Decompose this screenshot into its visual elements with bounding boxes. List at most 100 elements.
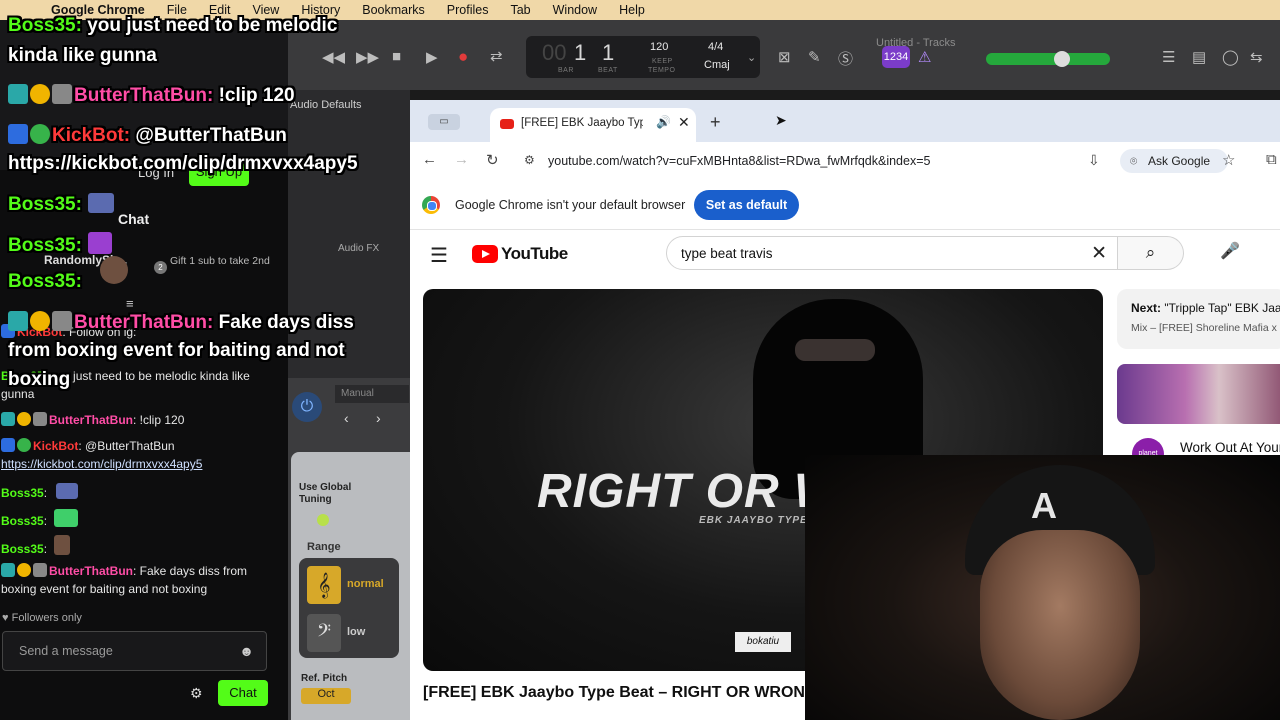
chat-text: :	[43, 486, 48, 500]
microphone-icon[interactable]: 🎤	[1220, 241, 1240, 261]
chat-username[interactable]: Boss35	[1, 542, 44, 556]
close-tab-icon[interactable]: ✕	[678, 114, 690, 131]
bot-badge-icon	[8, 124, 28, 144]
overlay-user: Boss35:	[8, 194, 82, 215]
power-icon[interactable]: ⏻	[292, 392, 322, 422]
emoji-icon[interactable]: ☻	[239, 643, 254, 659]
site-info-icon[interactable]: ⚙	[524, 153, 535, 167]
settings-gear-icon[interactable]: ⚙	[190, 685, 203, 702]
lcd-tempo: 120	[650, 41, 669, 53]
chat-username[interactable]: Boss35	[1, 514, 44, 528]
reload-icon[interactable]: ↻	[486, 151, 499, 169]
ref-pitch-oct[interactable]: Oct	[301, 688, 351, 704]
clear-search-icon[interactable]: ✕	[1091, 242, 1107, 265]
range-normal[interactable]: normal	[347, 578, 384, 590]
speaker-icon[interactable]: 🔊	[656, 115, 671, 129]
chat-username[interactable]: KickBot	[33, 439, 78, 453]
menu-tab[interactable]: Tab	[499, 3, 541, 17]
tuner-icon[interactable]: ⊠	[778, 48, 791, 66]
chevron-right-icon[interactable]: ›	[376, 410, 381, 426]
next-up-card[interactable]: Next: "Tripple Tap" EBK Jaa Mix – [FREE]…	[1117, 289, 1280, 349]
overlay-user: ButterThatBun:	[74, 85, 214, 106]
pitch-correction-panel: Use Global Tuning Range 𝄞 normal 𝄢 low R…	[291, 452, 410, 720]
treble-clef-icon[interactable]: 𝄞	[307, 566, 341, 604]
chat-username[interactable]: ButterThatBun	[49, 564, 133, 578]
menu-help[interactable]: Help	[608, 3, 656, 17]
rewind-icon[interactable]: ◀◀	[322, 48, 345, 66]
url-text[interactable]: youtube.com/watch?v=cuFxMBHnta8&list=RDw…	[548, 154, 930, 168]
youtube-header: ☰ YouTube type beat travis ✕ ⌕ 🎤	[410, 231, 1280, 281]
tab-search-icon[interactable]: ▭	[428, 114, 460, 130]
install-app-icon[interactable]: ⇩	[1088, 152, 1100, 169]
youtube-logo-text[interactable]: YouTube	[501, 244, 568, 264]
overlay-user: Boss35:	[8, 15, 82, 36]
ask-google-button[interactable]: ⌾ Ask Google	[1120, 149, 1228, 173]
verified-badge-icon	[30, 124, 50, 144]
overlay-text: boxing	[8, 369, 71, 390]
ad-title[interactable]: Work Out At Your	[1180, 440, 1280, 455]
ref-pitch-label: Ref. Pitch	[301, 673, 348, 684]
chat-message: Boss35:	[1, 483, 271, 502]
og-badge-icon	[8, 311, 28, 331]
omnibox[interactable]: ⚙ youtube.com/watch?v=cuFxMBHnta8&list=R…	[510, 147, 1280, 175]
overlay-line-2: kinda like gunna	[8, 45, 157, 67]
solo-icon[interactable]: Ⓢ	[838, 48, 853, 69]
chevron-down-icon[interactable]: ⌄	[747, 51, 756, 64]
chevron-left-icon[interactable]: ‹	[344, 410, 349, 426]
search-button[interactable]: ⌕	[1118, 236, 1184, 270]
record-icon[interactable]: ●	[458, 47, 468, 67]
filter-icon[interactable]: ≡	[126, 296, 134, 311]
bass-clef-icon[interactable]: 𝄢	[307, 614, 341, 652]
chat-username[interactable]: Boss35	[1, 486, 44, 500]
menu-bookmarks[interactable]: Bookmarks	[351, 3, 436, 17]
menu-icon[interactable]: ☰	[430, 243, 448, 268]
gift-count-badge: 2	[154, 261, 167, 274]
notes-icon[interactable]: ▤	[1192, 48, 1206, 66]
count-in-badge[interactable]: 1234	[882, 46, 910, 68]
range-label: Range	[307, 541, 341, 553]
loop-browser-icon[interactable]: ◯	[1222, 48, 1239, 66]
menu-profiles[interactable]: Profiles	[436, 3, 500, 17]
overlay-line-11: boxing	[8, 369, 70, 391]
audio-fx-label[interactable]: Audio FX	[338, 243, 379, 254]
chat-username[interactable]: ButterThatBun	[49, 413, 133, 427]
chat-message: Boss35:	[1, 509, 271, 530]
browser-icon[interactable]: ⇆	[1250, 48, 1263, 66]
overlay-line-3: ButterThatBun: !clip 120	[8, 84, 295, 107]
gift-sub-text[interactable]: Gift 1 sub to take 2nd	[170, 256, 270, 267]
global-tuning-led[interactable]	[317, 514, 329, 526]
volume-knob[interactable]	[1054, 51, 1070, 67]
metronome-icon[interactable]: ⚠	[918, 48, 931, 66]
tab-youtube[interactable]: [FREE] EBK Jaaybo Type B 🔊 ✕	[490, 108, 696, 142]
forward-icon[interactable]: ▶▶	[356, 48, 379, 66]
menu-window[interactable]: Window	[542, 3, 608, 17]
back-icon[interactable]: ←	[422, 151, 437, 168]
new-tab-icon[interactable]: +	[710, 112, 721, 133]
ad-thumbnail[interactable]	[1117, 364, 1280, 424]
pencil-icon[interactable]: ✎	[808, 48, 821, 66]
extensions-icon[interactable]: ⧉	[1266, 151, 1277, 168]
master-volume-slider[interactable]	[986, 51, 1110, 67]
chat-text: :	[43, 542, 48, 556]
lcd-display[interactable]: 00 1 1 BAR BEAT 120 KEEP TEMPO 4/4 Cmaj …	[526, 36, 760, 78]
bookmark-star-icon[interactable]: ☆	[1222, 151, 1235, 169]
chat-link[interactable]: https://kickbot.com/clip/drmxvxx4apy5	[1, 457, 202, 471]
list-icon[interactable]: ☰	[1162, 48, 1175, 66]
cycle-icon[interactable]: ⇄	[490, 47, 503, 65]
use-global-tuning-label: Use Global Tuning	[299, 482, 352, 505]
chat-message-input[interactable]: Send a message ☻	[2, 631, 267, 671]
range-low[interactable]: low	[347, 626, 365, 638]
forward-icon-chrome[interactable]: →	[454, 151, 469, 168]
play-icon[interactable]: ▶	[426, 48, 438, 66]
preset-manual[interactable]: Manual	[335, 385, 409, 403]
og-badge-icon	[1, 412, 15, 426]
lcd-beat: 1	[602, 40, 615, 65]
stop-icon[interactable]: ■	[392, 48, 401, 65]
youtube-logo-icon[interactable]	[472, 245, 498, 263]
search-input[interactable]: type beat travis ✕	[666, 236, 1118, 270]
followers-only-status: ♥ Followers only	[2, 612, 82, 624]
set-as-default-button[interactable]: Set as default	[694, 190, 799, 220]
chat-header: Chat	[118, 211, 150, 227]
send-chat-button[interactable]: Chat	[218, 680, 268, 706]
default-browser-infobar: Google Chrome isn't your default browser…	[410, 180, 1280, 230]
